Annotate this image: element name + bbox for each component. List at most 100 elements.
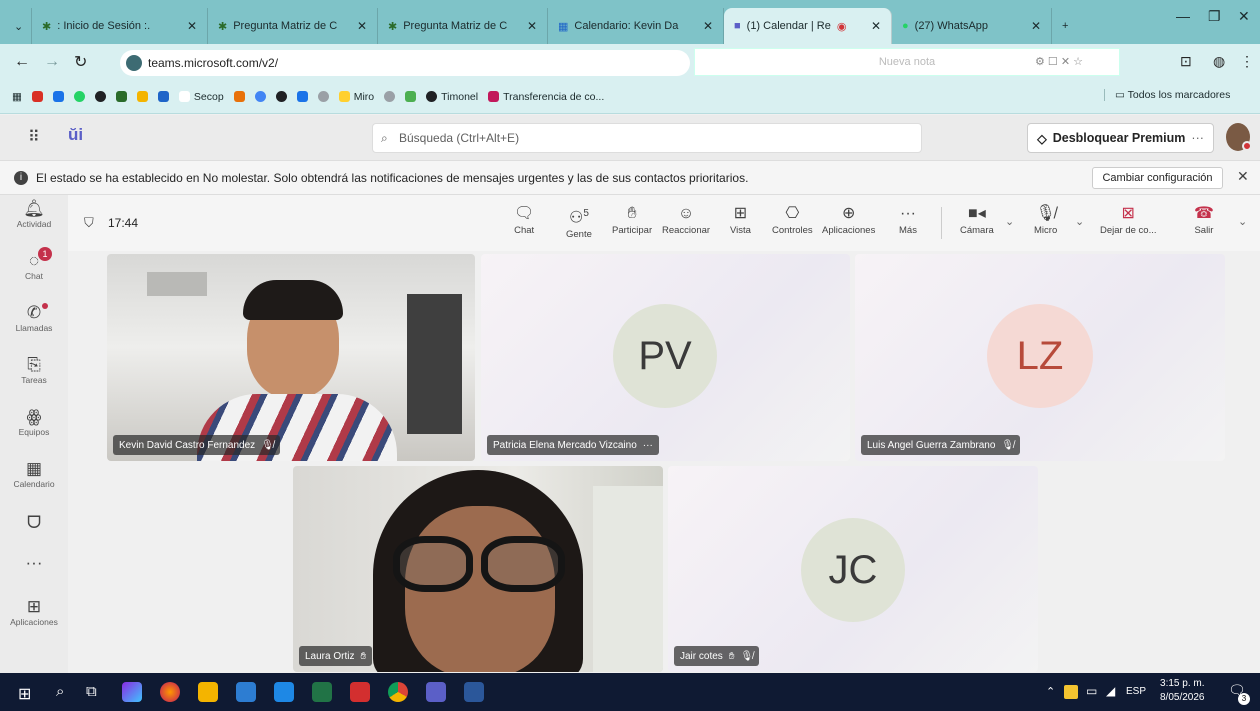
tray-chevron-icon[interactable]: ⌃ — [1046, 685, 1055, 698]
chat-button[interactable]: 🗨︎ Chat — [514, 203, 534, 236]
camera-chevron-icon[interactable]: ⌄ — [1005, 215, 1014, 228]
google-icon[interactable] — [254, 91, 266, 102]
search-icon[interactable]: ⌕ — [56, 683, 64, 700]
rail-item-chat[interactable]: ◌ Chat 1 — [0, 247, 68, 281]
browser-tab[interactable]: ▦ Calendario: Kevin Da ✕ — [548, 8, 724, 44]
forward-arrow-icon[interactable]: → — [44, 53, 60, 71]
wifi-icon[interactable]: ◢ — [1106, 684, 1115, 698]
back-arrow-icon[interactable]: ← — [14, 53, 30, 71]
browser-tab-active[interactable]: ■ (1) Calendar | Re ◉ ✕ — [724, 8, 892, 44]
bookmark-miro[interactable]: Miro — [338, 91, 374, 103]
react-button[interactable]: ☺ Reaccionar — [662, 203, 710, 236]
rail-item-teams[interactable]: ꙮ Equipos — [0, 407, 68, 437]
acrobat-icon[interactable] — [350, 682, 370, 702]
search-input[interactable]: ⌕ Búsqueda (Ctrl+Alt+E) — [372, 123, 922, 153]
file-explorer-icon[interactable] — [198, 682, 218, 702]
app-launcher-icon[interactable]: ⠿ — [28, 127, 40, 147]
url-field[interactable]: teams.microsoft.com/v2/ — [120, 50, 690, 76]
premium-more-button[interactable]: ··· — [1191, 131, 1204, 145]
browser-tab[interactable]: ✱: Inicio de Sesión :. ✕ — [32, 8, 208, 44]
new-tab-button[interactable]: + — [1052, 8, 1082, 44]
browser-menu-icon[interactable]: ⋮ — [1240, 53, 1254, 70]
firefox-icon[interactable] — [160, 682, 180, 702]
bookmark-icon[interactable] — [233, 91, 245, 102]
change-settings-button[interactable]: Cambiar configuración — [1092, 167, 1223, 189]
bookmark-icon[interactable] — [317, 91, 329, 102]
leave-button[interactable]: ☎︎ Salir — [1194, 203, 1214, 236]
browser-tab[interactable]: ✱ Pregunta Matriz de C ✕ — [208, 8, 378, 44]
close-tab-icon[interactable]: ✕ — [527, 19, 537, 33]
minimize-icon[interactable]: — — [1176, 8, 1190, 24]
all-bookmarks-folder[interactable]: ▭ Todos los marcadores — [1104, 89, 1230, 101]
bookmark-transferencia[interactable]: Transferencia de co... — [488, 91, 604, 103]
extensions-puzzle-icon[interactable]: ⊡ — [1180, 53, 1192, 70]
more-options-icon[interactable]: ··· — [643, 440, 653, 451]
chrome-icon[interactable] — [388, 682, 408, 702]
bookmark-icon[interactable] — [296, 91, 308, 102]
taskbar-app-icon[interactable] — [274, 682, 294, 702]
battery-icon[interactable]: ▭ — [1086, 684, 1097, 698]
bookmark-icon[interactable] — [136, 91, 148, 102]
bookmark-icon[interactable] — [275, 91, 287, 102]
rail-item-tasks[interactable]: ⎘ Tareas — [0, 355, 68, 385]
view-button[interactable]: ⊞ Vista — [730, 203, 751, 236]
teams-icon[interactable] — [426, 682, 446, 702]
rail-item-calendar[interactable]: ▦ Calendario — [0, 459, 68, 489]
participant-tile[interactable]: LZ Luis Angel Guerra Zambrano 🎙︎̸ — [855, 254, 1225, 461]
bookmark-icon[interactable] — [115, 91, 127, 102]
taskbar-app-icon[interactable] — [122, 682, 142, 702]
close-tab-icon[interactable]: ✕ — [1031, 19, 1041, 33]
gmail-icon[interactable] — [31, 91, 43, 102]
browser-tab[interactable]: ✱ Pregunta Matriz de C ✕ — [378, 8, 548, 44]
controls-button[interactable]: ⎔ Controles — [772, 203, 813, 236]
bookmark-secop[interactable]: Secop — [178, 91, 224, 103]
extension-icons[interactable]: ⚙ ☐ ✕ ☆ — [1035, 55, 1083, 68]
bookmark-icon[interactable] — [94, 91, 106, 102]
people-button[interactable]: ⚇5 Gente — [566, 203, 592, 240]
windows-start-icon[interactable]: ⊞ — [18, 684, 31, 704]
close-tab-icon[interactable]: ✕ — [703, 19, 713, 33]
excel-icon[interactable] — [312, 682, 332, 702]
tray-app-icon[interactable] — [1064, 685, 1078, 699]
close-banner-icon[interactable]: ✕ — [1237, 168, 1249, 185]
rail-item-apps[interactable]: ⊞ Aplicaciones — [0, 597, 68, 627]
taskbar-app-icon[interactable] — [236, 682, 256, 702]
unlock-premium-button[interactable]: ◇ Desbloquear Premium ··· — [1027, 123, 1214, 153]
close-window-icon[interactable]: ✕ — [1238, 8, 1250, 25]
mic-button[interactable]: 🎙︎̸ Micro — [1034, 203, 1057, 236]
reload-icon[interactable]: ↻ — [74, 52, 87, 72]
taskbar-clock[interactable]: 3:15 p. m. 8/05/2026 — [1160, 677, 1205, 705]
bookmark-icon[interactable] — [157, 91, 169, 102]
apps-button[interactable]: ⊕ Aplicaciones — [822, 203, 875, 236]
bookmark-icon[interactable] — [52, 91, 64, 102]
camera-button[interactable]: ■◂ Cámara — [960, 203, 994, 236]
word-icon[interactable] — [464, 682, 484, 702]
close-tab-icon[interactable]: ✕ — [871, 19, 881, 33]
bookmark-timonel[interactable]: Timonel — [426, 91, 478, 103]
profile-icon[interactable]: ◍ — [1213, 53, 1225, 70]
tab-search-button[interactable]: ⌄ — [4, 8, 32, 44]
task-view-icon[interactable]: ⧉ — [86, 683, 97, 700]
participant-tile[interactable]: PV Patricia Elena Mercado Vizcaino ··· — [481, 254, 850, 461]
language-indicator[interactable]: ESP — [1126, 686, 1146, 697]
maximize-icon[interactable]: ❐ — [1208, 8, 1221, 25]
rail-item-activity[interactable]: 🔔︎ Actividad — [0, 199, 68, 229]
participant-tile[interactable]: JC Jair cotes ✋︎ 🎙︎̸ — [668, 466, 1038, 672]
bookmark-icon[interactable] — [405, 91, 417, 102]
apps-grid-icon[interactable]: ▦ — [12, 91, 22, 103]
participant-tile[interactable]: Laura Ortiz ✋︎ — [293, 466, 663, 672]
rail-item-more[interactable]: ··· — [0, 553, 68, 573]
bookmark-icon[interactable] — [384, 91, 396, 102]
close-tab-icon[interactable]: ✕ — [187, 19, 197, 33]
whatsapp-icon[interactable] — [73, 91, 85, 102]
browser-tab[interactable]: ● (27) WhatsApp ✕ — [892, 8, 1052, 44]
rail-item-loop[interactable]: ᗜ — [0, 513, 68, 533]
more-button[interactable]: ··· Más — [899, 203, 917, 236]
leave-chevron-icon[interactable]: ⌄ — [1238, 215, 1247, 228]
stop-sharing-button[interactable]: ⊠ Dejar de co... — [1100, 203, 1157, 236]
mic-chevron-icon[interactable]: ⌄ — [1075, 215, 1084, 228]
raise-hand-button[interactable]: ✋︎ Participar — [612, 203, 652, 236]
close-tab-icon[interactable]: ✕ — [357, 19, 367, 33]
participant-tile[interactable]: Kevin David Castro Fernandez 🎙︎̸ — [107, 254, 475, 461]
site-info-icon[interactable] — [126, 55, 142, 71]
